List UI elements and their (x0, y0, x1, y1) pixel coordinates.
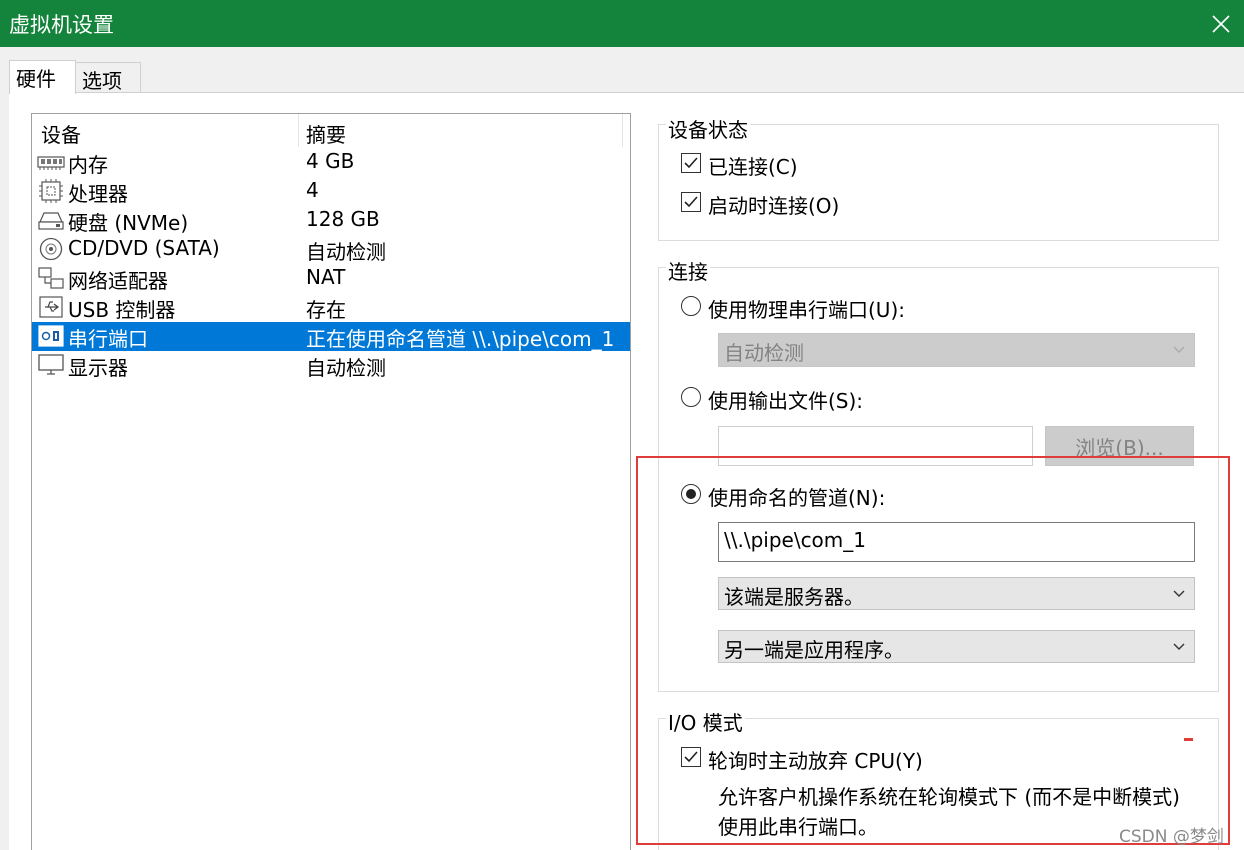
tab-hardware[interactable]: 硬件 (9, 60, 76, 94)
column-divider[interactable] (298, 114, 299, 147)
device-status-label: 设备状态 (666, 114, 750, 143)
device-row-display[interactable]: 显示器 自动检测 (32, 351, 630, 380)
highlight-mark (1184, 738, 1193, 741)
device-name: 网络适配器 (68, 269, 168, 293)
connect-at-power-on-label[interactable]: 启动时连接(O) (708, 190, 839, 219)
connection-label: 连接 (666, 256, 710, 285)
device-summary: 自动检测 (306, 356, 386, 380)
device-summary: NAT (306, 265, 346, 289)
checkmark-icon (684, 196, 698, 208)
hard-disk-icon (38, 212, 64, 230)
chevron-down-icon (1173, 346, 1185, 353)
checkmark-icon (684, 157, 698, 169)
device-row-usb-controller[interactable]: USB 控制器 存在 (32, 293, 630, 322)
column-header-device[interactable]: 设备 (41, 119, 81, 148)
watermark: CSDN @梦剑 (1119, 827, 1224, 847)
device-name: USB 控制器 (68, 298, 176, 322)
tab-options-label: 选项 (82, 69, 122, 93)
column-divider[interactable] (622, 114, 623, 147)
output-file-label[interactable]: 使用输出文件(S): (708, 385, 863, 414)
device-row-serial-port[interactable]: 串行端口 正在使用命名管道 \\.\pipe\com_1 (32, 322, 630, 351)
device-name: 显示器 (68, 356, 128, 380)
physical-port-radio[interactable] (681, 296, 701, 316)
connected-label[interactable]: 已连接(C) (708, 151, 798, 180)
display-icon (38, 354, 64, 375)
tab-options[interactable]: 选项 (75, 62, 141, 93)
connect-at-power-on-checkbox[interactable] (681, 192, 701, 212)
device-summary: 4 GB (306, 149, 355, 173)
output-file-radio[interactable] (681, 387, 701, 407)
title-bar: 虚拟机设置 (0, 0, 1244, 47)
physical-port-dropdown-value: 自动检测 (724, 341, 804, 365)
physical-port-label[interactable]: 使用物理串行端口(U): (708, 294, 905, 323)
device-name: 串行端口 (68, 327, 148, 351)
device-name: 硬盘 (NVMe) (68, 211, 189, 235)
device-summary: 存在 (306, 298, 346, 322)
device-summary: 正在使用命名管道 \\.\pipe\com_1 (306, 327, 615, 351)
device-summary: 4 (306, 178, 319, 202)
serial-port-icon (38, 325, 64, 347)
connected-checkbox[interactable] (681, 153, 701, 173)
cd-dvd-icon (39, 237, 63, 261)
device-row-processor[interactable]: 处理器 4 (32, 177, 630, 206)
device-row-memory[interactable]: 内存 4 GB (32, 148, 630, 177)
device-list[interactable]: 设备 摘要 内存 4 GB 处理器 4 硬盘 (NVMe) 128 GB CD/… (31, 113, 631, 850)
close-button[interactable] (1198, 0, 1244, 47)
device-name: 处理器 (68, 182, 128, 206)
device-row-network-adapter[interactable]: 网络适配器 NAT (32, 264, 630, 293)
close-icon (1212, 14, 1230, 33)
memory-icon (37, 156, 65, 170)
window-title: 虚拟机设置 (9, 13, 114, 37)
column-header-summary[interactable]: 摘要 (306, 119, 346, 148)
tab-hardware-label: 硬件 (16, 67, 56, 91)
device-list-header: 设备 摘要 (32, 114, 630, 148)
device-row-hard-disk[interactable]: 硬盘 (NVMe) 128 GB (32, 206, 630, 235)
device-summary: 128 GB (306, 207, 380, 231)
network-adapter-icon (38, 267, 64, 289)
physical-port-dropdown[interactable]: 自动检测 (718, 333, 1195, 367)
device-name: CD/DVD (SATA) (68, 236, 220, 260)
device-summary: 自动检测 (306, 240, 386, 264)
device-name: 内存 (68, 153, 108, 177)
processor-icon (39, 179, 63, 203)
highlight-box (636, 456, 1230, 845)
usb-icon (39, 296, 63, 318)
device-row-cd-dvd[interactable]: CD/DVD (SATA) 自动检测 (32, 235, 630, 264)
